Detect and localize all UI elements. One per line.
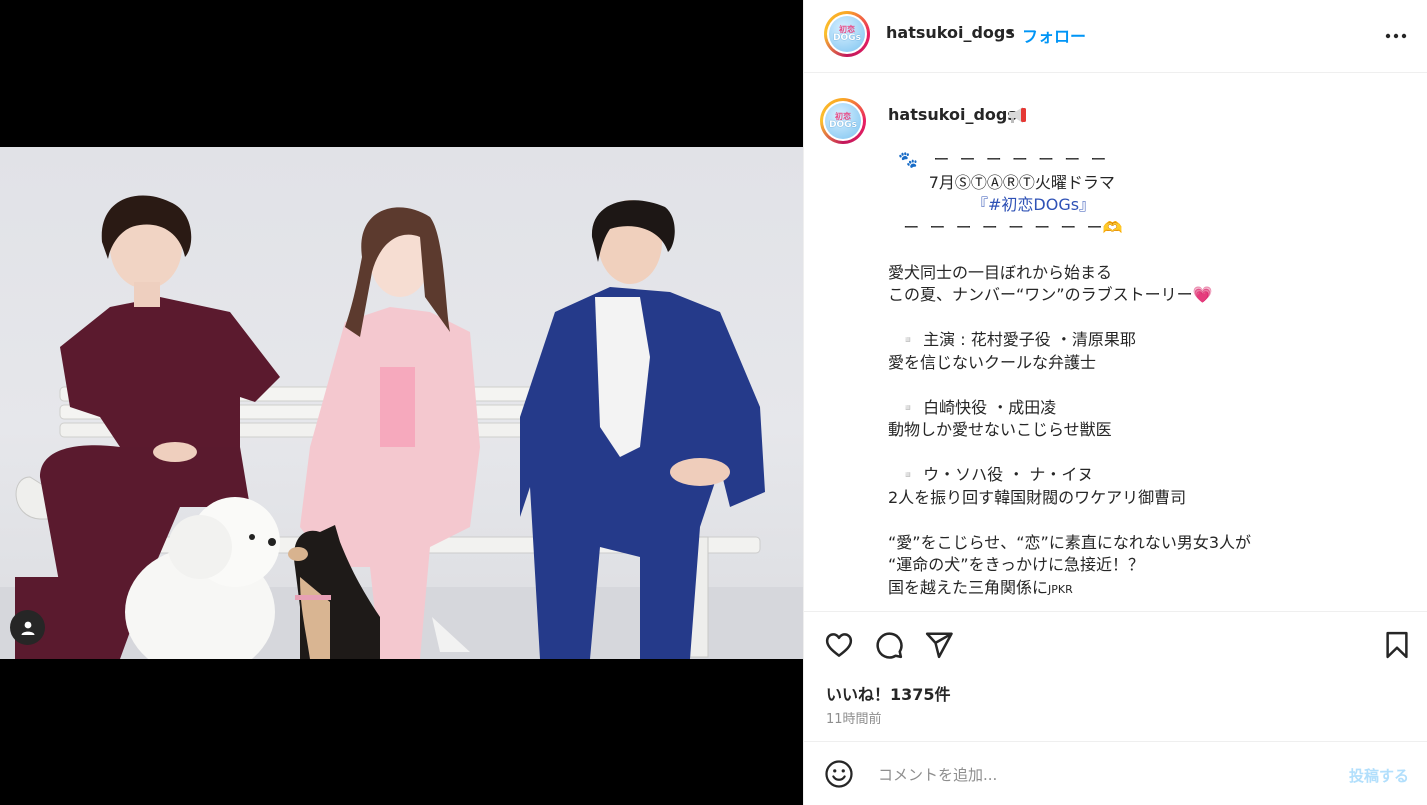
caption-line [888, 307, 1408, 330]
caption-avatar-text-bottom: DOGs [829, 119, 857, 130]
comment-bar: 投稿する [804, 741, 1427, 805]
instagram-post-modal: 初恋 DOGs hatsukoi_dogs • フォロー 初恋 DOGs hat… [0, 0, 1427, 805]
caption-line: 国を越えた三角関係に [888, 577, 1049, 597]
caption-last-line: 国を越えた三角関係にJPKR [888, 577, 1408, 600]
caption-line: ▫️ 主演 : 花村愛子役 ・清原果耶 [888, 330, 1136, 349]
caption-line: 動物しか愛せないこじらせ獣医 [888, 420, 1112, 439]
follow-button[interactable]: フォロー [1022, 23, 1086, 47]
post-media [0, 0, 803, 805]
hashtag-link[interactable]: 『#初恋DOGs』 [972, 195, 1095, 214]
caption-line [888, 239, 1408, 262]
header-separator: • [1005, 23, 1015, 42]
post-photo [0, 147, 803, 659]
likes-count[interactable]: いいね！1375件 [826, 681, 951, 705]
post-actions: いいね！1375件 11時間前 [804, 611, 1427, 741]
caption-line: 愛を信じないクールな弁護士 [888, 352, 1097, 372]
post-side-panel: 初恋 DOGs hatsukoi_dogs • フォロー 初恋 DOGs hat… [803, 0, 1427, 805]
caption-line: ▫️ 白崎快役 ・成田凌 [888, 397, 1057, 417]
caption-line [888, 442, 1408, 465]
post-comment-button[interactable]: 投稿する [1349, 765, 1409, 786]
share-icon[interactable] [924, 630, 954, 660]
caption-text: 🐾 ー ー ー ー ー ー ー 7月ⓈⓉⒶⓇⓉ火曜ドラマ 『#初恋DOGs』 ー… [888, 149, 1408, 599]
caption-line: この夏、ナンバー“ワン”のラブストーリー💗 [888, 285, 1213, 304]
post-header: 初恋 DOGs hatsukoi_dogs • フォロー [804, 0, 1427, 73]
caption-section: 初恋 DOGs hatsukoi_dogs 🐾 ー ー ー ー ー ー ー 7月… [804, 74, 1427, 611]
caption-hashtag-line: 『#初恋DOGs』 [888, 194, 1408, 217]
post-timestamp[interactable]: 11時間前 [826, 708, 882, 727]
caption-username[interactable]: hatsukoi_dogs [888, 105, 1017, 124]
caption-suffix: JPKR [1048, 582, 1073, 596]
emoji-icon[interactable] [824, 759, 854, 789]
caption-line: 愛犬同士の一目ぼれから始まる [888, 262, 1113, 282]
caption-line [888, 374, 1408, 397]
caption-line: ▫️ ウ・ソハ役 ・ ナ・イヌ [888, 465, 1094, 484]
caption-line: 7月ⓈⓉⒶⓇⓉ火曜ドラマ [888, 172, 1115, 192]
user-icon [21, 621, 34, 635]
comment-icon[interactable] [874, 630, 904, 660]
caption-avatar[interactable]: 初恋 DOGs [820, 98, 866, 144]
caption-line: “運命の犬”をきっかけに急接近！？ [888, 555, 1144, 574]
header-username[interactable]: hatsukoi_dogs [886, 23, 1015, 42]
caption-line: ー ー ー ー ー ー ー ー🫶 [888, 217, 1123, 237]
comment-input[interactable] [876, 758, 1320, 792]
heart-icon[interactable] [824, 630, 854, 660]
caption-line: “愛”をこじらせ、“恋”に素直になれない男女3人が [888, 532, 1252, 552]
profile-avatar[interactable]: 初恋 DOGs [824, 11, 870, 57]
avatar-text-bottom: DOGs [833, 32, 861, 43]
drama-promo-image [0, 195, 803, 659]
caption-line [888, 509, 1408, 532]
more-options-icon[interactable] [1383, 24, 1409, 48]
tagged-users-button[interactable] [10, 610, 45, 645]
caption-line: 2人を振り回す韓国財閥のワケアリ御曹司 [888, 487, 1187, 507]
caption-line: 🐾 ー ー ー ー ー ー ー [888, 150, 1107, 169]
bookmark-icon[interactable] [1382, 630, 1412, 660]
megaphone-icon [1009, 107, 1026, 123]
